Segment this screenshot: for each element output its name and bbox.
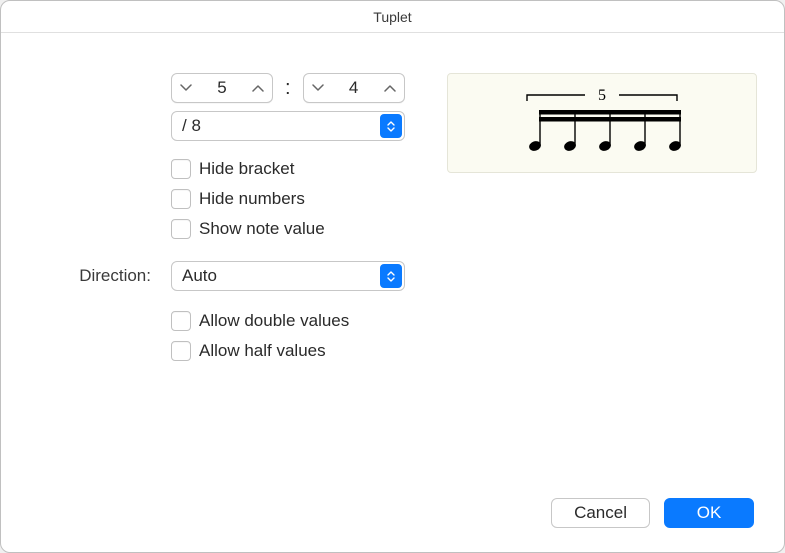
numerator-increment[interactable]	[244, 74, 272, 102]
select-arrows-icon	[380, 264, 402, 288]
hide-numbers-row: Hide numbers	[171, 189, 754, 209]
allow-half-label: Allow half values	[199, 341, 326, 361]
select-arrows-icon	[380, 114, 402, 138]
tuplet-number: 5	[598, 87, 606, 104]
cancel-button[interactable]: Cancel	[551, 498, 650, 528]
denominator-decrement[interactable]	[304, 74, 332, 102]
show-note-value-label: Show note value	[199, 219, 325, 239]
tuplet-preview: 5	[447, 73, 757, 173]
allow-half-checkbox[interactable]	[171, 341, 191, 361]
denominator-stepper[interactable]: 4	[303, 73, 405, 103]
allow-double-label: Allow double values	[199, 311, 349, 331]
ok-label: OK	[697, 503, 722, 523]
hide-numbers-checkbox[interactable]	[171, 189, 191, 209]
allow-half-row: Allow half values	[171, 341, 754, 361]
direction-selected: Auto	[182, 266, 217, 286]
division-select[interactable]: / 8	[171, 111, 405, 141]
direction-label: Direction:	[31, 266, 161, 286]
cancel-label: Cancel	[574, 503, 627, 523]
show-note-value-row: Show note value	[171, 219, 754, 239]
hide-numbers-label: Hide numbers	[199, 189, 305, 209]
numerator-value: 5	[200, 78, 244, 98]
denominator-value: 4	[332, 78, 376, 98]
denominator-increment[interactable]	[376, 74, 404, 102]
hide-bracket-label: Hide bracket	[199, 159, 294, 179]
numerator-stepper[interactable]: 5	[171, 73, 273, 103]
allow-double-checkbox[interactable]	[171, 311, 191, 331]
titlebar: Tuplet	[1, 1, 784, 33]
show-note-value-checkbox[interactable]	[171, 219, 191, 239]
window-title: Tuplet	[373, 9, 411, 25]
ratio-separator: :	[285, 77, 291, 100]
division-selected: / 8	[182, 116, 201, 136]
numerator-decrement[interactable]	[172, 74, 200, 102]
direction-row: Direction: Auto	[31, 261, 754, 291]
tuplet-dialog: Tuplet 5 :	[0, 0, 785, 553]
dialog-footer: Cancel OK	[551, 498, 754, 528]
direction-select[interactable]: Auto	[171, 261, 405, 291]
ok-button[interactable]: OK	[664, 498, 754, 528]
notation-icon: 5	[507, 83, 697, 163]
dialog-content: 5 : 4	[1, 33, 784, 552]
allow-double-row: Allow double values	[171, 311, 754, 331]
hide-bracket-checkbox[interactable]	[171, 159, 191, 179]
